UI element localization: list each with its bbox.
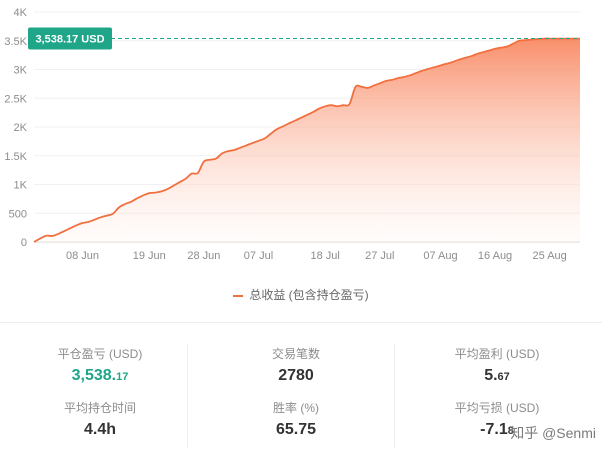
y-axis: 0 500 1K 1.5K 2K 2.5K 3K 3.5K 4K xyxy=(4,7,27,249)
y-tick-label: 3K xyxy=(14,65,28,77)
stat-avg-hold-time: 平均持仓时间 4.4h xyxy=(0,400,200,452)
x-tick-label: 07 Jul xyxy=(244,250,273,262)
profit-chart: 0 500 1K 1.5K 2K 2.5K 3K 3.5K 4K 08 Jun 19 Jun 28 … xyxy=(4,7,581,262)
stat-value: 2780 xyxy=(278,367,314,384)
x-tick-label: 07 Aug xyxy=(423,250,457,262)
stat-win-rate: 胜率 (%) 65.75 xyxy=(196,400,396,452)
x-tick-label: 18 Jul xyxy=(311,250,340,262)
y-tick-label: 1.5K xyxy=(4,151,27,163)
legend-swatch xyxy=(233,294,244,297)
y-tick-label: 3.5K xyxy=(4,36,27,48)
watermark: 知乎 @Senmi xyxy=(510,425,596,441)
y-tick-label: 2K xyxy=(14,122,28,134)
y-tick-label: 0 xyxy=(21,237,27,249)
stat-label: 平均盈利 (USD) xyxy=(454,347,540,361)
stat-value: 65.75 xyxy=(275,421,317,438)
current-value-label: 3,538.17 USD xyxy=(35,34,104,46)
y-tick-label: 4K xyxy=(14,7,28,19)
stat-value: 3,538.17 xyxy=(71,367,129,384)
x-tick-label: 25 Aug xyxy=(533,250,567,262)
stat-value: 4.4h xyxy=(83,421,116,438)
x-tick-label: 16 Aug xyxy=(478,250,512,262)
stat-label: 胜率 (%) xyxy=(273,401,319,415)
y-tick-label: 2.5K xyxy=(4,93,27,105)
stat-label: 平仓盈亏 (USD) xyxy=(57,347,143,361)
y-tick-label: 500 xyxy=(9,208,27,220)
x-tick-label: 19 Jun xyxy=(133,250,166,262)
stats-column: 交易笔数 2780 胜率 (%) 65.75 xyxy=(196,344,396,452)
stat-label: 平均持仓时间 xyxy=(63,401,136,415)
stat-closed-pnl: 平仓盈亏 (USD) 3,538.17 xyxy=(0,346,200,398)
stat-label: 平均亏损 (USD) xyxy=(454,401,540,415)
stat-avg-profit: 平均盈利 (USD) 5.67 xyxy=(397,346,597,398)
stat-trade-count: 交易笔数 2780 xyxy=(196,346,396,398)
stats-column: 平仓盈亏 (USD) 3,538.17 平均持仓时间 4.4h xyxy=(0,344,200,452)
stat-label: 交易笔数 xyxy=(271,347,320,361)
stat-value: 5.67 xyxy=(484,367,510,384)
x-tick-label: 28 Jun xyxy=(187,250,220,262)
chart-legend[interactable]: 总收益 (包含持仓盈亏) xyxy=(0,286,602,303)
x-axis: 08 Jun 19 Jun 28 Jun 07 Jul 18 Jul 27 Jul 07 A… xyxy=(66,250,567,262)
x-tick-label: 08 Jun xyxy=(66,250,99,262)
y-tick-label: 1K xyxy=(14,180,28,192)
divider xyxy=(0,322,602,323)
legend-label: 总收益 (包含持仓盈亏) xyxy=(249,288,369,302)
x-tick-label: 27 Jul xyxy=(365,250,394,262)
